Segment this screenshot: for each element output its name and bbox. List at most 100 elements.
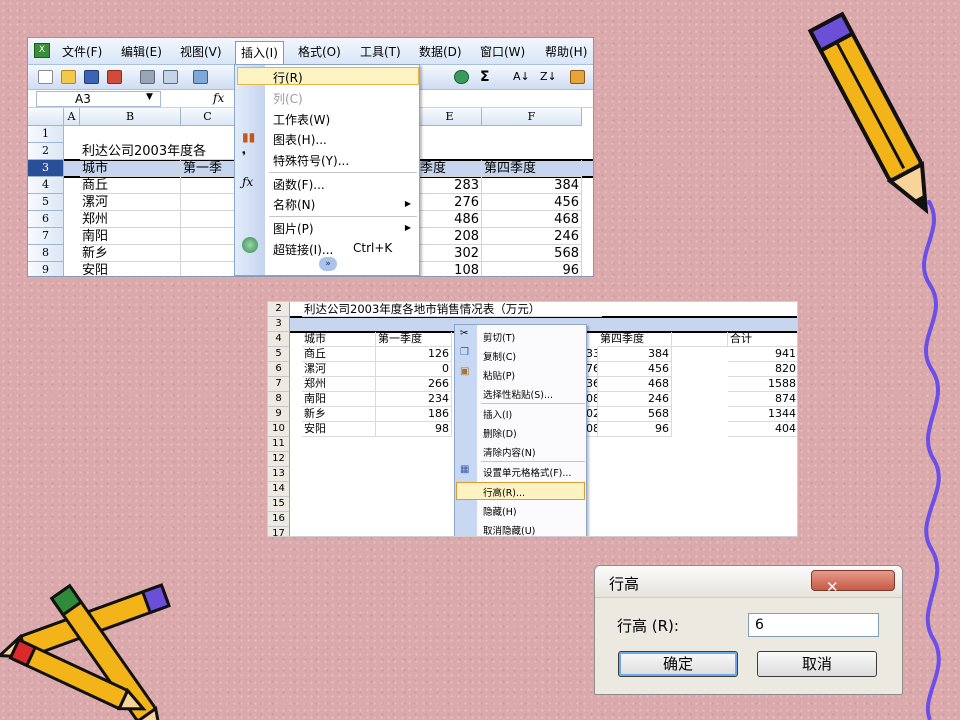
row-header[interactable]: 9 [268,407,290,422]
value-cell[interactable]: 96 [482,262,582,276]
menu-item-picture[interactable]: 图片(P) [273,220,314,237]
empty-cell[interactable] [181,194,235,211]
menu-format[interactable]: 格式(O) [298,43,341,60]
column-header-e[interactable]: E [418,108,482,126]
header-q1-cell[interactable]: 第一季 [181,160,235,177]
column-header-a[interactable]: A [64,108,80,126]
print-preview-icon[interactable] [163,70,178,84]
q4-value-cell[interactable]: 456 [598,362,672,377]
menu-item-copy[interactable]: 复制(C) [483,349,516,363]
sort-ascending-icon[interactable]: A↓ [513,70,530,83]
row-header[interactable]: 9 [28,262,64,276]
sheet-title-cell[interactable]: 利达公司2003年度各 [80,143,240,160]
menu-item-chart[interactable]: 图表(H)... [273,131,327,148]
row-header[interactable]: 3 [268,317,290,332]
menu-item-insert[interactable]: 插入(I) [483,407,512,421]
partial-value-cell[interactable]: 08 [586,392,598,407]
menu-item-clear-contents[interactable]: 清除内容(N) [483,445,536,459]
autosum-icon[interactable]: Σ [480,69,490,85]
q1-value-cell[interactable]: 126 [376,347,452,362]
row-header[interactable]: 2 [28,143,64,160]
value-cell[interactable]: 276 [418,194,482,211]
city-cell[interactable]: 商丘 [80,177,181,194]
city-cell[interactable]: 新乡 [302,407,376,422]
header-q4-cell[interactable]: 第四季度 [598,332,672,347]
cancel-button[interactable]: 取消 [757,651,877,677]
row-height-input[interactable]: 6 [748,613,879,637]
empty-cell[interactable] [181,177,235,194]
menu-item-row[interactable]: 行(R) [273,69,303,86]
menu-item-row-height[interactable]: 行高(R)... [483,485,525,499]
row-header[interactable]: 8 [28,245,64,262]
city-cell[interactable]: 南阳 [302,392,376,407]
menu-insert[interactable]: 插入(I) [235,41,284,64]
city-cell[interactable]: 商丘 [302,347,376,362]
row-header[interactable]: 17 [268,527,290,536]
partial-value-cell[interactable]: 33 [586,347,598,362]
name-box[interactable]: A3 [36,91,161,107]
header-q1-cell[interactable]: 第一季度 [376,332,452,347]
expand-menu-icon[interactable]: » [319,257,337,271]
q1-value-cell[interactable]: 234 [376,392,452,407]
empty-cell[interactable] [181,245,235,262]
print-icon[interactable] [140,70,155,84]
menu-item-paste[interactable]: 粘贴(P) [483,368,515,382]
menu-item-cut[interactable]: 剪切(T) [483,330,515,344]
open-icon[interactable] [61,70,76,84]
partial-value-cell[interactable]: 76 [586,362,598,377]
header-q3-cell[interactable]: 季度 [418,160,482,177]
menu-item-name[interactable]: 名称(N) [273,196,315,213]
name-box-dropdown-icon[interactable]: ▼ [146,92,153,102]
value-cell[interactable]: 456 [482,194,582,211]
total-value-cell[interactable]: 1588 [728,377,797,392]
total-value-cell[interactable]: 1344 [728,407,797,422]
partial-value-cell[interactable]: 02 [586,407,598,422]
city-cell[interactable]: 安阳 [80,262,181,276]
total-value-cell[interactable]: 941 [728,347,797,362]
q1-value-cell[interactable]: 0 [376,362,452,377]
menu-item-unhide[interactable]: 取消隐藏(U) [483,523,535,536]
menu-tools[interactable]: 工具(T) [360,43,401,60]
chart-wizard-icon[interactable] [570,70,585,84]
q1-value-cell[interactable]: 266 [376,377,452,392]
row-header[interactable]: 5 [268,347,290,362]
menu-item-function[interactable]: 函数(F)... [273,176,325,193]
city-cell[interactable]: 郑州 [80,211,181,228]
menu-item-hide[interactable]: 隐藏(H) [483,504,517,518]
menu-data[interactable]: 数据(D) [419,43,462,60]
q4-value-cell[interactable]: 246 [598,392,672,407]
total-value-cell[interactable]: 404 [728,422,797,437]
city-cell[interactable]: 郑州 [302,377,376,392]
header-city-cell[interactable]: 城市 [302,332,376,347]
q1-value-cell[interactable]: 98 [376,422,452,437]
row-header[interactable]: 2 [268,302,290,317]
fx-icon[interactable]: fx [213,91,224,105]
city-cell[interactable]: 漯河 [302,362,376,377]
total-value-cell[interactable]: 820 [728,362,797,377]
partial-value-cell[interactable]: 08 [586,422,598,437]
q4-value-cell[interactable]: 96 [598,422,672,437]
menu-view[interactable]: 视图(V) [180,43,222,60]
row-header[interactable]: 6 [268,362,290,377]
row-header[interactable]: 13 [268,467,290,482]
menu-window[interactable]: 窗口(W) [480,43,525,60]
partial-value-cell[interactable]: 36 [586,377,598,392]
empty-cell[interactable] [181,211,235,228]
menu-item-hyperlink[interactable]: 超链接(I)... [273,241,333,258]
empty-cell[interactable] [181,228,235,245]
header-q4-cell[interactable]: 第四季度 [482,160,582,177]
research-icon[interactable] [454,70,469,84]
value-cell[interactable]: 208 [418,228,482,245]
city-cell[interactable]: 新乡 [80,245,181,262]
row-header[interactable]: 10 [268,422,290,437]
header-city-cell[interactable]: 城市 [80,160,181,177]
ok-button[interactable]: 确定 [618,651,738,677]
empty-cell[interactable] [672,332,728,347]
row-header[interactable]: 6 [28,211,64,228]
new-icon[interactable] [38,70,53,84]
row-header[interactable]: 11 [268,437,290,452]
menu-edit[interactable]: 编辑(E) [121,43,162,60]
permission-icon[interactable] [107,70,122,84]
select-all-corner[interactable] [28,108,64,126]
header-total-cell[interactable]: 合计 [728,332,797,347]
